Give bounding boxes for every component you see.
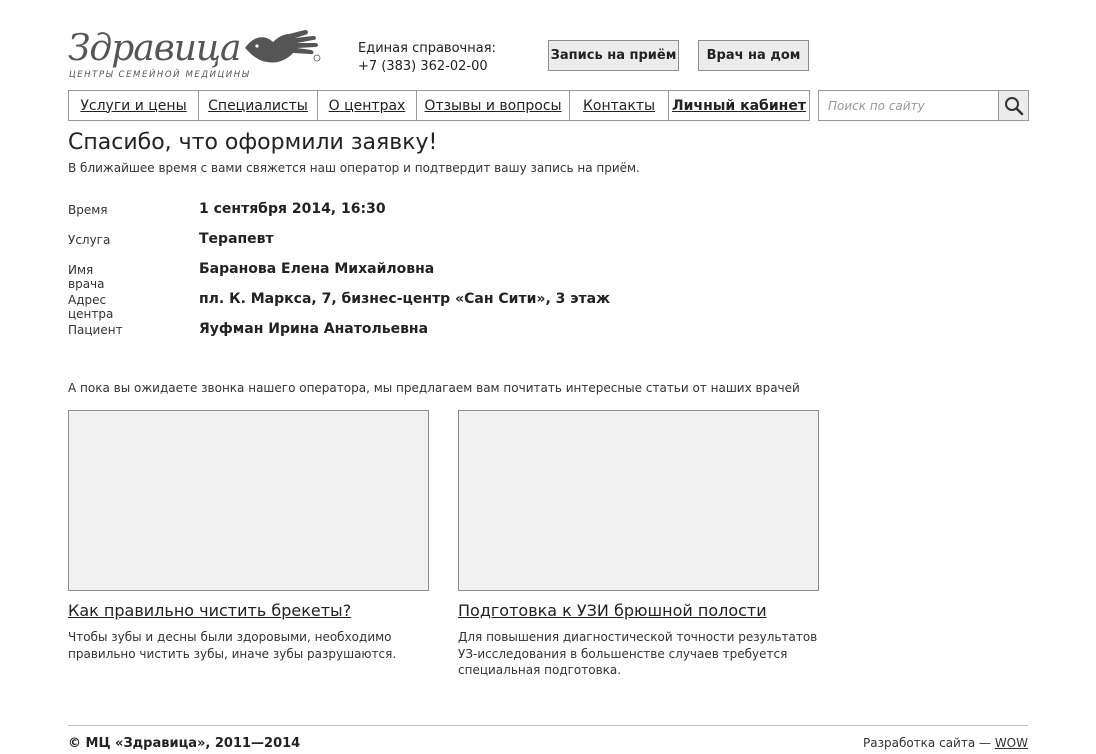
detail-value: пл. К. Маркса, 7, бизнес-центр «Сан Сити… bbox=[199, 291, 611, 307]
article-image-placeholder[interactable] bbox=[68, 410, 429, 591]
nav-item-specialists[interactable]: Специалисты bbox=[199, 91, 318, 120]
detail-value: Яуфман Ирина Анатольевна bbox=[199, 321, 429, 337]
page-subtitle: В ближайшее время с вами свяжется наш оп… bbox=[68, 161, 640, 175]
detail-label: Имя врача bbox=[68, 263, 105, 291]
detail-value: Баранова Елена Михайловна bbox=[199, 261, 435, 277]
nav-item-services[interactable]: Услуги и цены bbox=[69, 91, 199, 120]
detail-label: Пациент bbox=[68, 323, 123, 337]
main-nav: Услуги и цены Специалисты О центрах Отзы… bbox=[68, 90, 810, 121]
developer-link[interactable]: WOW bbox=[995, 736, 1028, 750]
article-excerpt: Для повышения диагностической точности р… bbox=[458, 630, 818, 677]
detail-value: Терапевт bbox=[199, 231, 274, 247]
footer-copyright: © МЦ «Здравица», 2011—2014 bbox=[68, 736, 301, 751]
article-excerpt: Чтобы зубы и десны были здоровыми, необх… bbox=[68, 630, 397, 661]
detail-value: 1 сентября 2014, 16:30 bbox=[199, 201, 386, 217]
search-button[interactable] bbox=[998, 91, 1028, 120]
detail-label: Услуга bbox=[68, 233, 111, 247]
hotline-block: Единая справочная: +7 (383) 362-02-00 bbox=[358, 40, 496, 76]
nav-item-reviews[interactable]: Отзывы и вопросы bbox=[417, 91, 570, 120]
site-logo[interactable]: Здравица ЦЕНТРЫ СЕМЕЙНОЙ МЕДИЦИНЫ bbox=[68, 28, 321, 84]
footer-divider bbox=[68, 725, 1028, 726]
logo-tagline: ЦЕНТРЫ СЕМЕЙНОЙ МЕДИЦИНЫ bbox=[69, 70, 251, 80]
hotline-label: Единая справочная: bbox=[358, 41, 496, 56]
hotline-phone[interactable]: +7 (383) 362-02-00 bbox=[358, 58, 496, 76]
developer-label: Разработка сайта — bbox=[863, 736, 995, 750]
nav-item-about[interactable]: О центрах bbox=[318, 91, 417, 120]
search-input[interactable] bbox=[819, 91, 999, 120]
dove-hand-logo-icon bbox=[245, 30, 321, 63]
search-icon bbox=[1004, 96, 1023, 115]
logo-wordmark: Здравица bbox=[68, 28, 241, 69]
nav-item-account[interactable]: Личный кабинет bbox=[669, 91, 809, 120]
detail-label: Время bbox=[68, 203, 108, 217]
footer-developer: Разработка сайта — WOW bbox=[863, 736, 1028, 750]
home-doctor-button[interactable]: Врач на дом bbox=[698, 40, 809, 71]
search-box bbox=[818, 90, 1029, 121]
page-title: Спасибо, что оформили заявку! bbox=[68, 130, 438, 155]
article-title-link[interactable]: Как правильно чистить брекеты? bbox=[68, 601, 351, 620]
article-card: Подготовка к УЗИ брюшной полости Для пов… bbox=[458, 410, 819, 679]
article-title-link[interactable]: Подготовка к УЗИ брюшной полости bbox=[458, 601, 767, 620]
appointment-button[interactable]: Запись на приём bbox=[548, 40, 679, 71]
nav-item-contacts[interactable]: Контакты bbox=[570, 91, 669, 120]
articles-intro: А пока вы ожидаете звонка нашего операто… bbox=[68, 381, 800, 395]
detail-label: Адрес центра bbox=[68, 293, 114, 321]
article-image-placeholder[interactable] bbox=[458, 410, 819, 591]
article-card: Как правильно чистить брекеты? Чтобы зуб… bbox=[68, 410, 429, 662]
